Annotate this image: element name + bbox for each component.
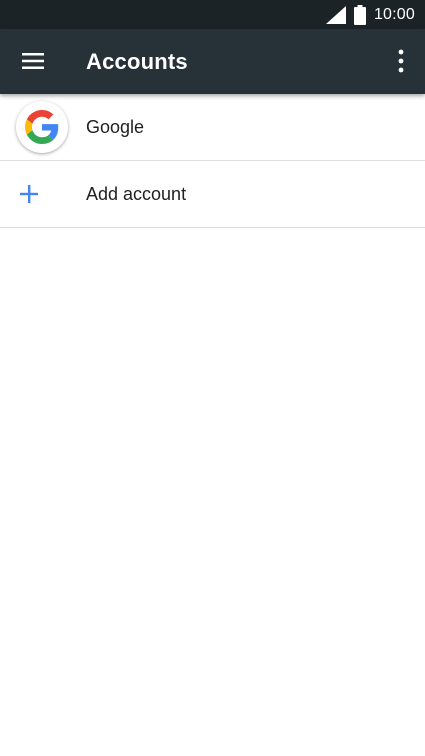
google-account-avatar [16,101,68,153]
app-bar: Accounts [0,29,425,94]
add-account-label: Add account [86,184,187,204]
add-account-button[interactable]: Add account [0,161,425,228]
google-logo-badge [16,101,68,153]
status-bar: 10:00 [0,0,425,29]
navigation-menu-button[interactable] [13,41,53,81]
status-icons: 10:00 [325,0,415,29]
page-title: Accounts [86,49,188,74]
plus-icon [20,185,38,203]
more-options-button[interactable] [385,41,417,81]
more-vert-icon [398,49,404,73]
accounts-list: Google Add account [0,94,425,228]
hamburger-menu-icon [22,53,44,69]
battery-icon [353,4,366,25]
account-item-label: Google [86,117,145,137]
status-clock: 10:00 [373,5,415,23]
signal-icon [325,5,346,24]
account-item-google[interactable]: Google [0,94,425,161]
google-logo-icon [25,110,59,144]
